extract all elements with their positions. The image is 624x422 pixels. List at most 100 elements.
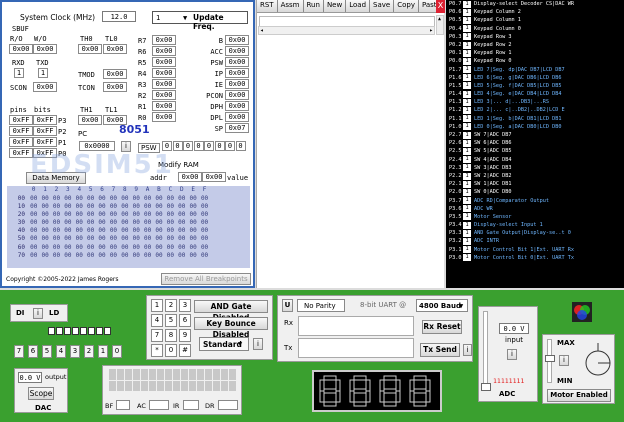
sfr-value[interactable]: 0x00	[225, 101, 249, 111]
memory-cell[interactable]: 00	[74, 211, 85, 219]
psw-bit[interactable]: 0	[204, 141, 214, 151]
pin-value[interactable]: 1	[463, 147, 471, 155]
memory-cell[interactable]: 00	[153, 252, 164, 260]
switch-5[interactable]: 5	[42, 345, 52, 358]
memory-cell[interactable]: 00	[39, 252, 50, 260]
memory-cell[interactable]: 00	[187, 203, 198, 211]
memory-cell[interactable]: 00	[119, 219, 130, 227]
memory-cell[interactable]: 00	[62, 219, 73, 227]
memory-cell[interactable]: 00	[165, 252, 176, 260]
keypad-mode-select[interactable]: Standard ▼	[199, 337, 249, 351]
memory-cell[interactable]: 00	[153, 235, 164, 243]
pin-value[interactable]: 1	[463, 139, 471, 147]
pin-value[interactable]: 1	[463, 25, 471, 33]
motor-enabled-button[interactable]: Motor Enabled	[547, 389, 611, 402]
sfr-value[interactable]: 0x00	[225, 35, 249, 45]
memory-cell[interactable]: 00	[131, 195, 142, 203]
memory-cell[interactable]: 00	[28, 219, 39, 227]
speed-select[interactable]: 1 ▼ Update Freq.	[152, 11, 248, 31]
memory-cell[interactable]: 00	[39, 203, 50, 211]
memory-cell[interactable]: 00	[187, 195, 198, 203]
memory-cell[interactable]: 00	[85, 219, 96, 227]
pin-value[interactable]: 1	[463, 0, 471, 8]
keypad-key[interactable]: 3	[179, 299, 191, 312]
tx-textbox[interactable]	[298, 338, 414, 358]
memory-cell[interactable]: 00	[85, 203, 96, 211]
pin-value[interactable]: 1	[463, 246, 471, 254]
parity-select[interactable]: No Parity	[297, 299, 345, 312]
memory-cell[interactable]: 00	[142, 244, 153, 252]
memory-cell[interactable]: 00	[142, 227, 153, 235]
toolbar-copy-button[interactable]: Copy	[394, 0, 419, 12]
register-value[interactable]: 0x00	[152, 57, 176, 67]
register-value[interactable]: 0x00	[152, 46, 176, 56]
memory-cell[interactable]: 00	[39, 235, 50, 243]
memory-cell[interactable]: 00	[131, 211, 142, 219]
memory-cell[interactable]: 00	[39, 211, 50, 219]
toolbar-assm-button[interactable]: Assm	[277, 0, 304, 12]
memory-cell[interactable]: 00	[142, 203, 153, 211]
psw-bit[interactable]: 0	[193, 141, 204, 151]
keypad-key[interactable]: 5	[165, 314, 177, 327]
memory-cell[interactable]: 00	[51, 211, 62, 219]
memory-cell[interactable]: 00	[199, 203, 210, 211]
memory-cell[interactable]: 00	[51, 203, 62, 211]
memory-cell[interactable]: 00	[199, 227, 210, 235]
toolbar-load-button[interactable]: Load	[346, 0, 371, 12]
keypad-key[interactable]: 0	[165, 344, 177, 357]
memory-cell[interactable]: 00	[62, 195, 73, 203]
memory-cell[interactable]: 00	[96, 219, 107, 227]
adc-slider-track[interactable]	[483, 311, 488, 389]
memory-cell[interactable]: 00	[142, 252, 153, 260]
memory-cell[interactable]: 00	[165, 244, 176, 252]
keypad-key[interactable]: 6	[179, 314, 191, 327]
memory-cell[interactable]: 00	[74, 203, 85, 211]
horizontal-scrollbar[interactable]: ◂ ▸	[258, 26, 435, 35]
keypad-key[interactable]: *	[151, 344, 163, 357]
memory-cell[interactable]: 00	[142, 211, 153, 219]
pin-value[interactable]: 1	[463, 74, 471, 82]
memory-cell[interactable]: 00	[51, 252, 62, 260]
memory-cell[interactable]: 00	[165, 219, 176, 227]
port-bits-value[interactable]: 0xFF	[33, 115, 57, 125]
port-bits-value[interactable]: 0xFF	[33, 126, 57, 136]
memory-cell[interactable]: 00	[39, 244, 50, 252]
register-value[interactable]: 0x00	[152, 35, 176, 45]
pin-value[interactable]: 1	[463, 172, 471, 180]
memory-cell[interactable]: 00	[187, 227, 198, 235]
pin-value[interactable]: 1	[463, 123, 471, 131]
keypad-key[interactable]: 4	[151, 314, 163, 327]
keypad-key[interactable]: 9	[179, 329, 191, 342]
memory-cell[interactable]: 00	[51, 227, 62, 235]
memory-cell[interactable]: 00	[62, 252, 73, 260]
memory-cell[interactable]: 00	[39, 219, 50, 227]
memory-cell[interactable]: 00	[96, 235, 107, 243]
memory-cell[interactable]: 00	[199, 211, 210, 219]
rx-reset-button[interactable]: Rx Reset	[422, 320, 462, 334]
memory-cell[interactable]: 00	[28, 211, 39, 219]
psw-bit[interactable]: 0	[183, 141, 193, 151]
pin-value[interactable]: 1	[463, 254, 471, 262]
pin-value[interactable]: 1	[463, 164, 471, 172]
memory-cell[interactable]: 00	[74, 252, 85, 260]
memory-cell[interactable]: 00	[119, 235, 130, 243]
memory-cell[interactable]: 00	[165, 195, 176, 203]
memory-cell[interactable]: 00	[119, 211, 130, 219]
memory-cell[interactable]: 00	[119, 195, 130, 203]
memory-cell[interactable]: 00	[131, 244, 142, 252]
switch-7[interactable]: 7	[14, 345, 24, 358]
pin-value[interactable]: 1	[463, 205, 471, 213]
memory-cell[interactable]: 00	[85, 235, 96, 243]
memory-cell[interactable]: 00	[176, 219, 187, 227]
remove-breakpoints-button[interactable]: Remove All Breakpoints	[161, 273, 251, 285]
memory-cell[interactable]: 00	[85, 211, 96, 219]
pin-value[interactable]: 1	[463, 107, 471, 115]
pin-value[interactable]: 1	[463, 229, 471, 237]
keypad-key[interactable]: 2	[165, 299, 177, 312]
pin-value[interactable]: 1	[463, 188, 471, 196]
toolbar-rst-button[interactable]: RST	[257, 0, 278, 12]
memory-cell[interactable]: 00	[131, 219, 142, 227]
uart-u-button[interactable]: U	[282, 299, 293, 312]
memory-cell[interactable]: 00	[187, 252, 198, 260]
memory-cell[interactable]: 00	[131, 227, 142, 235]
